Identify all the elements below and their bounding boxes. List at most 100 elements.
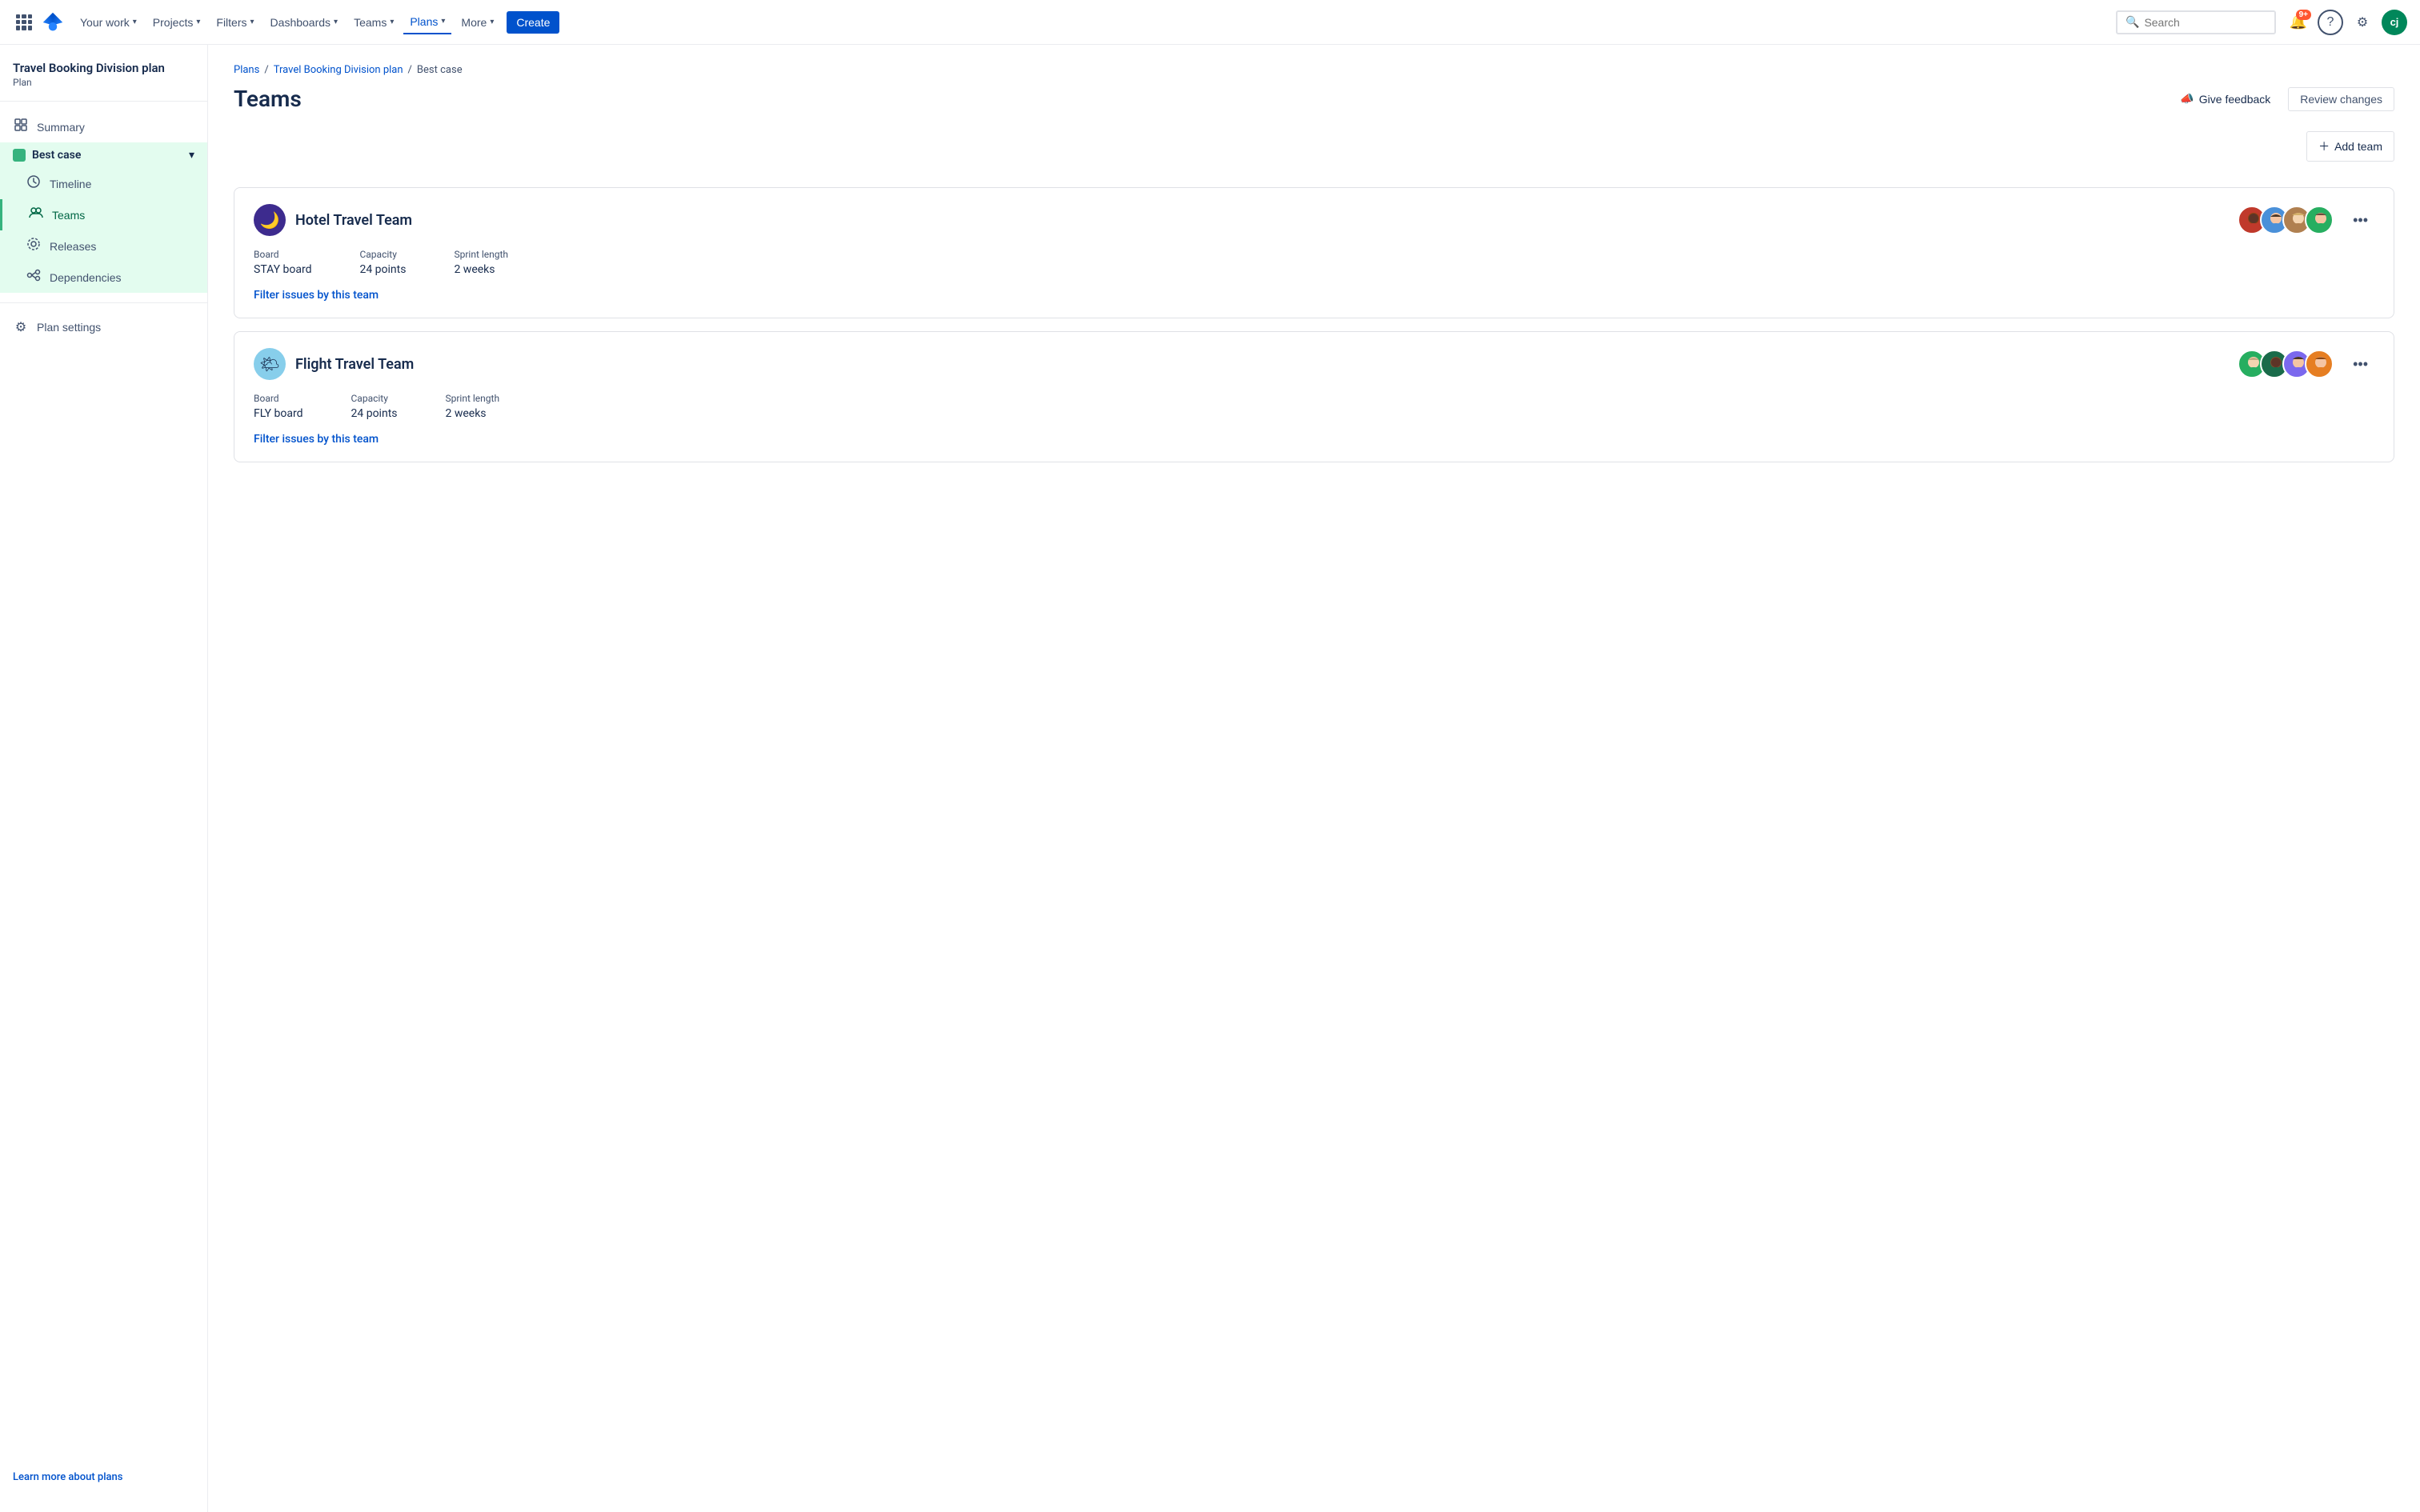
breadcrumb-plan-name[interactable]: Travel Booking Division plan xyxy=(274,64,403,76)
team-card-header: 🌤 Flight Travel Team xyxy=(254,348,2374,380)
flight-sprint-detail: Sprint length 2 weeks xyxy=(446,393,500,420)
sidebar-footer: Learn more about plans xyxy=(0,1458,207,1496)
best-case-header[interactable]: Best case ▾ xyxy=(0,142,207,168)
nav-projects[interactable]: Projects ▾ xyxy=(146,11,207,34)
search-box: 🔍 xyxy=(2116,10,2276,34)
hotel-team-more-button[interactable]: ••• xyxy=(2346,209,2374,232)
breadcrumb-plans[interactable]: Plans xyxy=(234,64,259,76)
team-title-area: 🌙 Hotel Travel Team xyxy=(254,204,412,236)
hotel-team-details: Board STAY board Capacity 24 points Spri… xyxy=(254,249,2374,276)
apps-grid-button[interactable] xyxy=(13,11,35,34)
sidebar-divider-top xyxy=(0,101,207,102)
teams-icon xyxy=(28,206,44,224)
main-content: Plans / Travel Booking Division plan / B… xyxy=(208,45,2420,1512)
page-title: Teams xyxy=(234,86,302,112)
best-case-section: Best case ▾ Timeline xyxy=(0,142,207,293)
best-case-label: Best case xyxy=(32,149,81,162)
sidebar-dependencies-label: Dependencies xyxy=(50,271,122,284)
search-icon: 🔍 xyxy=(2126,16,2139,29)
timeline-icon xyxy=(26,174,42,193)
hotel-sprint-detail: Sprint length 2 weeks xyxy=(454,249,508,276)
team-cards-container: 🌙 Hotel Travel Team xyxy=(234,187,2394,462)
flight-filter-link[interactable]: Filter issues by this team xyxy=(254,433,379,446)
hotel-capacity-detail: Capacity 24 points xyxy=(359,249,406,276)
sidebar-item-summary-label: Summary xyxy=(37,121,85,134)
hotel-filter-link[interactable]: Filter issues by this team xyxy=(254,289,379,302)
nav-more[interactable]: More ▾ xyxy=(455,11,500,34)
best-case-color-indicator xyxy=(13,149,26,162)
capacity-label: Capacity xyxy=(351,393,398,404)
nav-plans[interactable]: Plans ▾ xyxy=(403,10,451,34)
team-card-hotel: 🌙 Hotel Travel Team xyxy=(234,187,2394,318)
sidebar-item-summary[interactable]: Summary xyxy=(0,111,207,142)
capacity-value: 24 points xyxy=(359,263,406,276)
chevron-down-icon: ▾ xyxy=(250,18,254,26)
capacity-label: Capacity xyxy=(359,249,406,260)
jira-logo xyxy=(42,11,64,34)
header-actions: 📣 Give feedback Review changes xyxy=(2172,87,2394,111)
avatar xyxy=(2305,206,2334,234)
sidebar-timeline-label: Timeline xyxy=(50,178,91,190)
flight-board-detail: Board FLY board xyxy=(254,393,303,420)
plan-subtitle: Plan xyxy=(13,77,194,88)
board-value: STAY board xyxy=(254,263,311,276)
team-card-right: ••• xyxy=(2238,206,2374,234)
best-case-header-left: Best case xyxy=(13,149,81,162)
capacity-value: 24 points xyxy=(351,407,398,420)
create-button[interactable]: Create xyxy=(507,11,559,34)
breadcrumb-separator: / xyxy=(408,64,412,76)
top-navigation: Your work ▾ Projects ▾ Filters ▾ Dashboa… xyxy=(0,0,2420,45)
plus-icon: ＋ xyxy=(2318,138,2330,154)
give-feedback-button[interactable]: 📣 Give feedback xyxy=(2172,87,2278,110)
flight-team-name: Flight Travel Team xyxy=(295,356,414,373)
settings-button[interactable]: ⚙ xyxy=(2350,10,2375,35)
notifications-button[interactable]: 🔔 9+ xyxy=(2286,10,2311,35)
megaphone-icon: 📣 xyxy=(2180,92,2194,106)
notification-badge: 9+ xyxy=(2296,10,2311,20)
add-team-row: ＋ Add team xyxy=(234,131,2394,174)
chevron-down-icon: ▾ xyxy=(390,18,394,26)
nav-dashboards[interactable]: Dashboards ▾ xyxy=(264,11,345,34)
summary-icon xyxy=(13,118,29,136)
flight-team-more-button[interactable]: ••• xyxy=(2346,353,2374,376)
sidebar-item-teams[interactable]: Teams xyxy=(0,199,207,230)
flight-team-avatars xyxy=(2238,350,2334,378)
sidebar-title-area: Travel Booking Division plan Plan xyxy=(0,61,207,91)
flight-team-details: Board FLY board Capacity 24 points Sprin… xyxy=(254,393,2374,420)
help-button[interactable]: ? xyxy=(2318,10,2343,35)
settings-icon: ⚙ xyxy=(13,319,29,335)
sprint-value: 2 weeks xyxy=(446,407,500,420)
sidebar-navigation: Summary Best case ▾ xyxy=(0,111,207,1458)
sidebar-item-plan-settings[interactable]: ⚙ Plan settings xyxy=(0,313,207,342)
team-card-right: ••• xyxy=(2238,350,2374,378)
chevron-down-icon: ▾ xyxy=(334,18,338,26)
chevron-down-icon: ▾ xyxy=(196,18,200,26)
search-input[interactable] xyxy=(2144,16,2266,29)
review-changes-button[interactable]: Review changes xyxy=(2288,87,2394,111)
add-team-button[interactable]: ＋ Add team xyxy=(2306,131,2394,162)
sidebar-item-timeline[interactable]: Timeline xyxy=(0,168,207,199)
user-avatar[interactable]: cj xyxy=(2382,10,2407,35)
nav-your-work[interactable]: Your work ▾ xyxy=(74,11,143,34)
sidebar-item-releases[interactable]: Releases xyxy=(0,230,207,262)
page-header: Teams 📣 Give feedback Review changes xyxy=(234,86,2394,112)
plan-title: Travel Booking Division plan xyxy=(13,61,194,75)
hotel-team-name: Hotel Travel Team xyxy=(295,212,412,229)
chevron-down-icon: ▾ xyxy=(189,149,194,162)
nav-filters[interactable]: Filters ▾ xyxy=(210,11,260,34)
sprint-label: Sprint length xyxy=(454,249,508,260)
hotel-team-icon: 🌙 xyxy=(254,204,286,236)
nav-teams[interactable]: Teams ▾ xyxy=(347,11,400,34)
breadcrumb-current: Best case xyxy=(417,64,463,76)
sidebar-releases-label: Releases xyxy=(50,240,96,253)
learn-more-link[interactable]: Learn more about plans xyxy=(13,1471,122,1483)
logo-area xyxy=(13,11,64,34)
plan-settings-label: Plan settings xyxy=(37,321,101,334)
hotel-team-avatars xyxy=(2238,206,2334,234)
sidebar: Travel Booking Division plan Plan Summar… xyxy=(0,45,208,1512)
sidebar-item-dependencies[interactable]: Dependencies xyxy=(0,262,207,293)
page-layout: Travel Booking Division plan Plan Summar… xyxy=(0,45,2420,1512)
breadcrumb-separator: / xyxy=(264,64,268,76)
team-card-flight: 🌤 Flight Travel Team xyxy=(234,331,2394,462)
chevron-down-icon: ▾ xyxy=(490,18,494,26)
